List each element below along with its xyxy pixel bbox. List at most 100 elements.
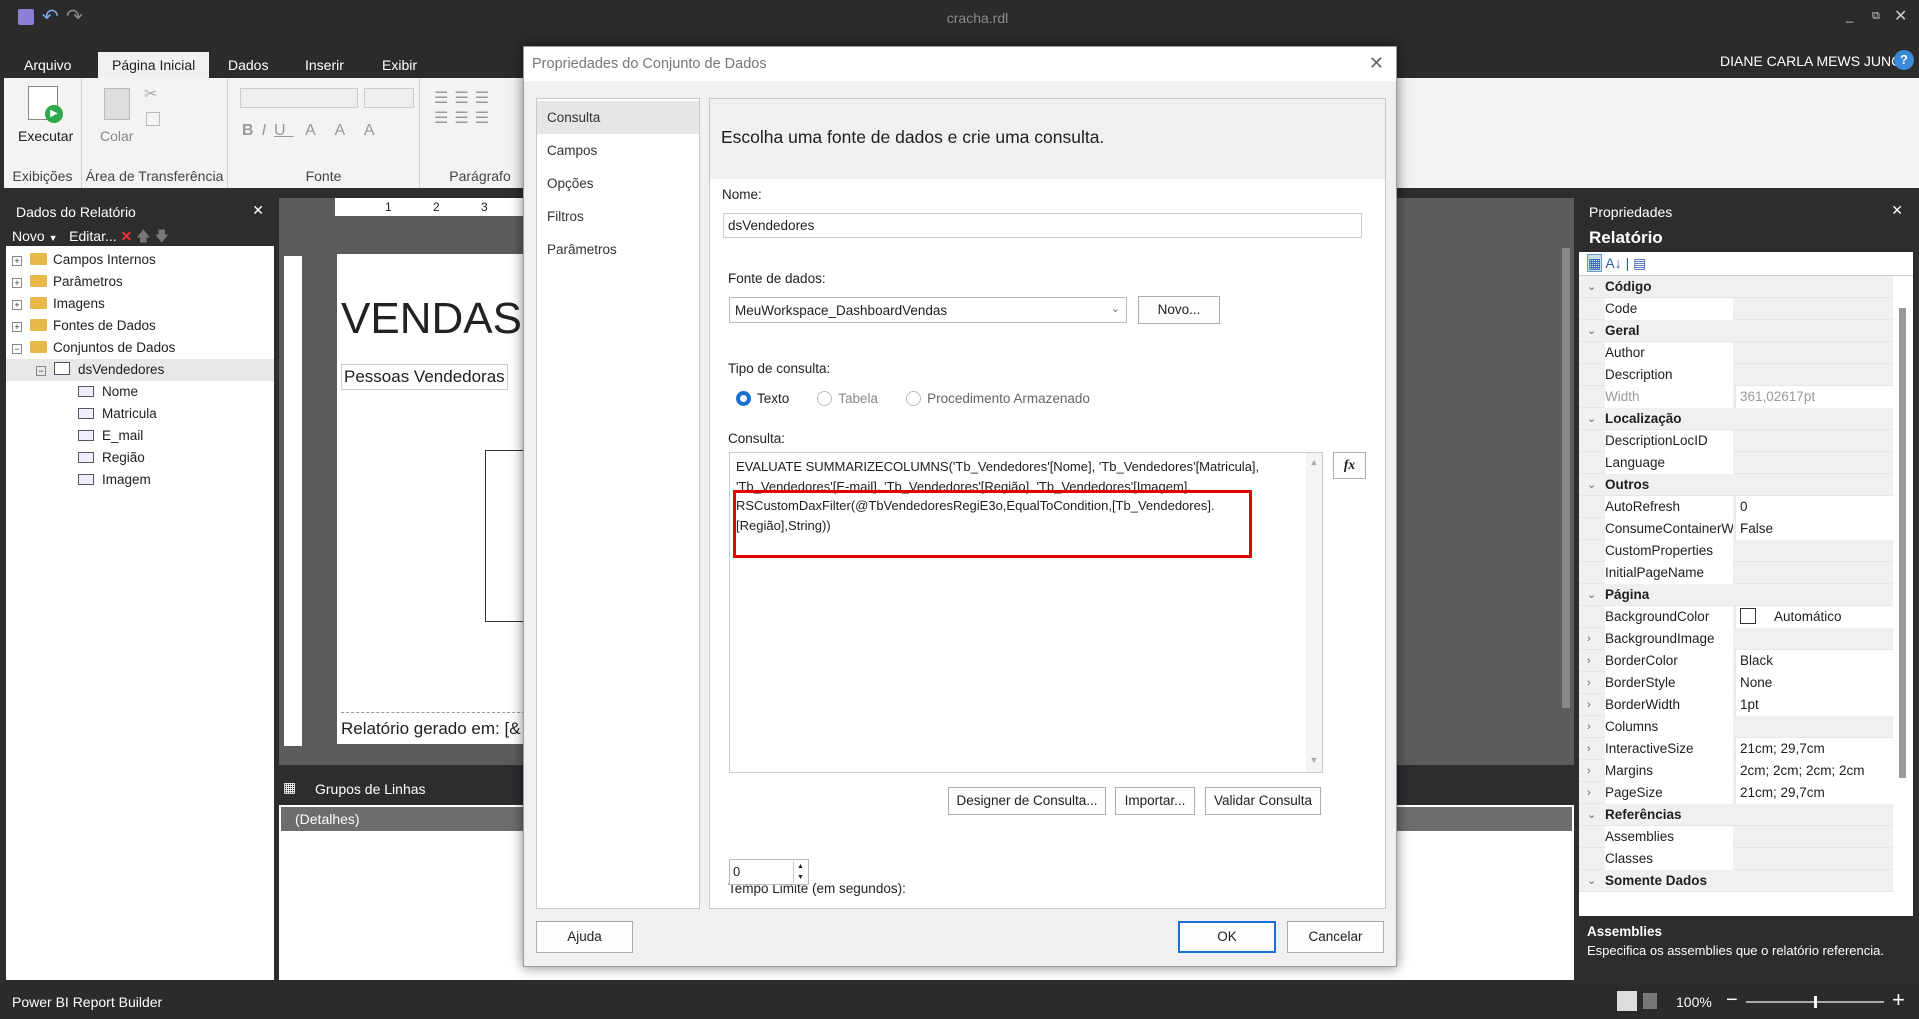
tree-item[interactable]: Nome	[6, 381, 274, 403]
property-row[interactable]: › PageSize 21cm; 29,7cm	[1579, 782, 1893, 804]
collapse-icon[interactable]: ⌄	[1587, 804, 1596, 826]
restore-button[interactable]: ⧉	[1872, 10, 1880, 23]
expander-icon[interactable]: −	[12, 344, 22, 354]
tree-item[interactable]: Imagem	[6, 469, 274, 491]
report-title[interactable]: VENDAS	[341, 294, 522, 344]
query-designer-button[interactable]: Designer de Consulta...	[948, 787, 1106, 815]
expander-icon[interactable]: +	[12, 300, 22, 310]
property-category[interactable]: ⌄ Localização	[1579, 408, 1893, 430]
property-value[interactable]: 21cm; 29,7cm	[1735, 738, 1893, 760]
property-row[interactable]: AutoRefresh 0	[1579, 496, 1893, 518]
property-row[interactable]: › BackgroundImage	[1579, 628, 1893, 650]
expand-icon[interactable]: ›	[1587, 628, 1591, 650]
help-button[interactable]: Ajuda	[536, 921, 633, 953]
copy-icon[interactable]	[146, 112, 160, 126]
expression-button[interactable]: fx	[1333, 452, 1366, 479]
property-row[interactable]: DescriptionLocID	[1579, 430, 1893, 452]
collapse-icon[interactable]: ⌄	[1587, 870, 1596, 892]
tab-exibir[interactable]: Exibir	[368, 52, 431, 78]
property-row[interactable]: › BorderStyle None	[1579, 672, 1893, 694]
property-row[interactable]: Code	[1579, 298, 1893, 320]
property-category[interactable]: ⌄ Referências	[1579, 804, 1893, 826]
edit-button[interactable]: Editar...	[69, 228, 116, 244]
cut-icon[interactable]: ✂	[144, 84, 157, 104]
property-row[interactable]: ConsumeContainerWhitespace False	[1579, 518, 1893, 540]
zoom-in-button[interactable]: +	[1892, 987, 1905, 1013]
tree-item[interactable]: − Conjuntos de Dados	[6, 337, 274, 359]
tree-item[interactable]: + Campos Internos	[6, 249, 274, 271]
ok-button[interactable]: OK	[1178, 921, 1276, 953]
nav-item-3[interactable]: Filtros	[537, 200, 699, 233]
property-value[interactable]: 1pt	[1735, 694, 1893, 716]
zoom-slider[interactable]	[1746, 996, 1884, 1008]
property-value[interactable]: Black	[1735, 650, 1893, 672]
property-row[interactable]: Language	[1579, 452, 1893, 474]
report-subtitle[interactable]: Pessoas Vendedoras	[341, 364, 508, 390]
preview-view-icon[interactable]	[1643, 993, 1657, 1009]
property-value[interactable]: False	[1735, 518, 1893, 540]
cancel-button[interactable]: Cancelar	[1287, 921, 1384, 953]
new-source-button[interactable]: Novo...	[1138, 296, 1220, 324]
property-scrollbar[interactable]	[1899, 308, 1906, 778]
query-scrollbar[interactable]: ▲ ▼	[1306, 453, 1322, 772]
radio-tabela[interactable]: Tabela	[817, 391, 878, 406]
tree-item[interactable]: Matricula	[6, 403, 274, 425]
nav-item-4[interactable]: Parâmetros	[537, 233, 699, 266]
tree-item[interactable]: + Parâmetros	[6, 271, 274, 293]
expand-icon[interactable]: ›	[1587, 650, 1591, 672]
property-value[interactable]: None	[1735, 672, 1893, 694]
property-row[interactable]: › BorderWidth 1pt	[1579, 694, 1893, 716]
expander-icon[interactable]: +	[12, 256, 22, 266]
property-value[interactable]: 21cm; 29,7cm	[1735, 782, 1893, 804]
tab-pagina-inicial[interactable]: Página Inicial	[98, 52, 210, 78]
dialog-close-button[interactable]: ✕	[1369, 53, 1384, 74]
property-row[interactable]: Classes	[1579, 848, 1893, 870]
run-button[interactable]: Executar	[18, 128, 73, 144]
expander-icon[interactable]: +	[12, 322, 22, 332]
design-view-icon[interactable]	[1617, 991, 1637, 1011]
property-value[interactable]: 2cm; 2cm; 2cm; 2cm	[1735, 760, 1893, 782]
expander-icon[interactable]: −	[36, 366, 46, 376]
nav-item-1[interactable]: Campos	[537, 134, 699, 167]
property-row[interactable]: › Margins 2cm; 2cm; 2cm; 2cm	[1579, 760, 1893, 782]
tree-item[interactable]: E_mail	[6, 425, 274, 447]
radio-procedimento[interactable]: Procedimento Armazenado	[906, 391, 1090, 406]
property-row[interactable]: › BorderColor Black	[1579, 650, 1893, 672]
expand-icon[interactable]: ›	[1587, 672, 1591, 694]
property-category[interactable]: ⌄ Código	[1579, 276, 1893, 298]
timeout-spinner[interactable]: 0 ▲ ▼	[729, 859, 809, 885]
move-down-icon[interactable]: 🡇	[154, 228, 168, 244]
help-icon[interactable]: ?	[1894, 50, 1914, 70]
collapse-icon[interactable]: ⌄	[1587, 276, 1596, 298]
tree-item[interactable]: − dsVendedores	[6, 359, 274, 381]
font-name-select[interactable]	[240, 88, 358, 108]
collapse-icon[interactable]: ⌄	[1587, 474, 1596, 496]
tree-item[interactable]: Região	[6, 447, 274, 469]
new-menu[interactable]: Novo	[12, 228, 45, 244]
validate-query-button[interactable]: Validar Consulta	[1205, 787, 1321, 815]
property-row[interactable]: Width 361,02617pt	[1579, 386, 1893, 408]
nav-item-0[interactable]: Consulta	[537, 101, 699, 134]
expand-icon[interactable]: ›	[1587, 716, 1591, 738]
paste-button[interactable]: Colar	[100, 128, 133, 144]
expand-icon[interactable]: ›	[1587, 694, 1591, 716]
property-row[interactable]: › InteractiveSize 21cm; 29,7cm	[1579, 738, 1893, 760]
spin-arrows-icon[interactable]: ▲ ▼	[793, 861, 807, 883]
property-row[interactable]: InitialPageName	[1579, 562, 1893, 584]
property-category[interactable]: ⌄ Geral	[1579, 320, 1893, 342]
property-value[interactable]: 0	[1735, 496, 1893, 518]
tab-dados[interactable]: Dados	[214, 52, 282, 78]
expander-icon[interactable]: +	[12, 278, 22, 288]
tab-arquivo[interactable]: Arquivo	[10, 52, 85, 78]
property-category[interactable]: ⌄ Somente Dados	[1579, 870, 1893, 892]
import-button[interactable]: Importar...	[1115, 787, 1195, 815]
property-row[interactable]: Author	[1579, 342, 1893, 364]
close-panel-icon[interactable]: ✕	[1891, 202, 1903, 219]
collapse-icon[interactable]: ⌄	[1587, 584, 1596, 606]
expand-icon[interactable]: ›	[1587, 738, 1591, 760]
property-row[interactable]: BackgroundColor Automático	[1579, 606, 1893, 628]
collapse-icon[interactable]: ⌄	[1587, 408, 1596, 430]
property-category[interactable]: ⌄ Outros	[1579, 474, 1893, 496]
expand-icon[interactable]: ›	[1587, 760, 1591, 782]
radio-texto[interactable]: Texto	[736, 391, 789, 406]
